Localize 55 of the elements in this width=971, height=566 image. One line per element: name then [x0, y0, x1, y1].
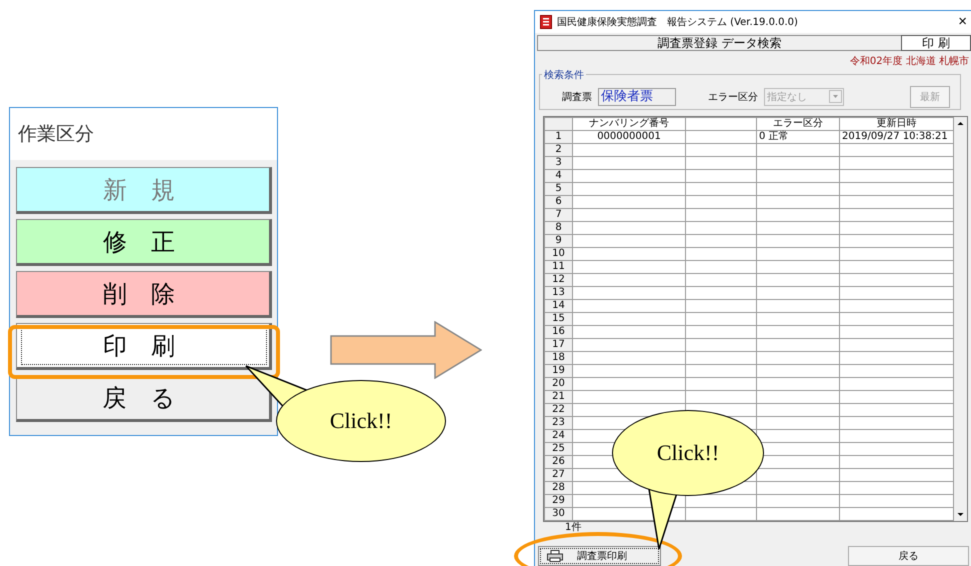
- row-number: 25: [552, 443, 565, 454]
- column-header: エラー区分: [773, 118, 823, 130]
- row-number: 7: [555, 209, 562, 220]
- row-number: 13: [552, 287, 565, 298]
- table-cell: 0 正常: [759, 131, 789, 142]
- printer-icon: [547, 550, 563, 562]
- row-number: 3: [555, 157, 562, 168]
- row-number: 4: [555, 170, 562, 182]
- row-number: 19: [552, 365, 565, 376]
- row-number: 18: [552, 352, 565, 364]
- row-number: 2: [555, 144, 562, 156]
- close-button[interactable]: ×: [954, 13, 971, 30]
- screen-header: 調査票登録 データ検索: [537, 34, 901, 51]
- app-logo-icon: [540, 14, 552, 29]
- row-number: 5: [555, 183, 562, 194]
- back-button[interactable]: 戻る: [848, 546, 969, 566]
- group-legend: 検索条件: [542, 68, 586, 82]
- row-number: 22: [552, 404, 565, 416]
- row-number: 23: [552, 417, 565, 428]
- row-number: 21: [552, 391, 565, 402]
- column-header: ナンバリング番号: [589, 118, 669, 130]
- print-form-button[interactable]: 調査票印刷: [538, 546, 661, 566]
- row-number: 6: [555, 196, 562, 208]
- row-number: 26: [552, 456, 565, 468]
- row-number: 29: [552, 495, 565, 506]
- row-number: 30: [552, 508, 565, 520]
- row-number: 20: [552, 378, 565, 390]
- mode-label: 印 刷: [901, 34, 971, 51]
- right-arrow-icon: [330, 321, 482, 379]
- panel-title: 作業区分: [10, 108, 277, 160]
- column-header: 更新日時: [876, 118, 916, 130]
- work-button[interactable]: 削 除: [16, 271, 272, 318]
- row-number: 17: [552, 339, 565, 350]
- row-number: 24: [552, 430, 565, 442]
- row-number: 16: [552, 326, 565, 338]
- row-number: 27: [552, 469, 565, 480]
- error-label: エラー区分: [708, 90, 758, 104]
- row-number: 1: [555, 131, 562, 142]
- row-number: 8: [555, 222, 562, 234]
- work-button[interactable]: 修 正: [16, 219, 272, 266]
- table-cell: 0000000001: [597, 131, 661, 142]
- row-number: 9: [555, 235, 562, 246]
- window-title: 国民健康保険実態調査 報告システム (Ver.19.0.0.0): [557, 16, 799, 29]
- row-number: 28: [552, 482, 565, 494]
- form-label: 調査票: [562, 90, 592, 104]
- record-count: 1件: [564, 522, 582, 534]
- row-number: 15: [552, 313, 565, 324]
- row-number: 10: [552, 248, 565, 260]
- row-number: 12: [552, 274, 565, 286]
- row-number: 14: [552, 300, 565, 312]
- work-button[interactable]: 印 刷: [16, 323, 272, 370]
- table-cell: 2019/09/27 10:38:21: [842, 131, 948, 142]
- context-label: 令和02年度 北海道 札幌市: [848, 54, 970, 68]
- form-field[interactable]: 保険者票: [598, 88, 676, 106]
- row-number: 11: [552, 261, 565, 272]
